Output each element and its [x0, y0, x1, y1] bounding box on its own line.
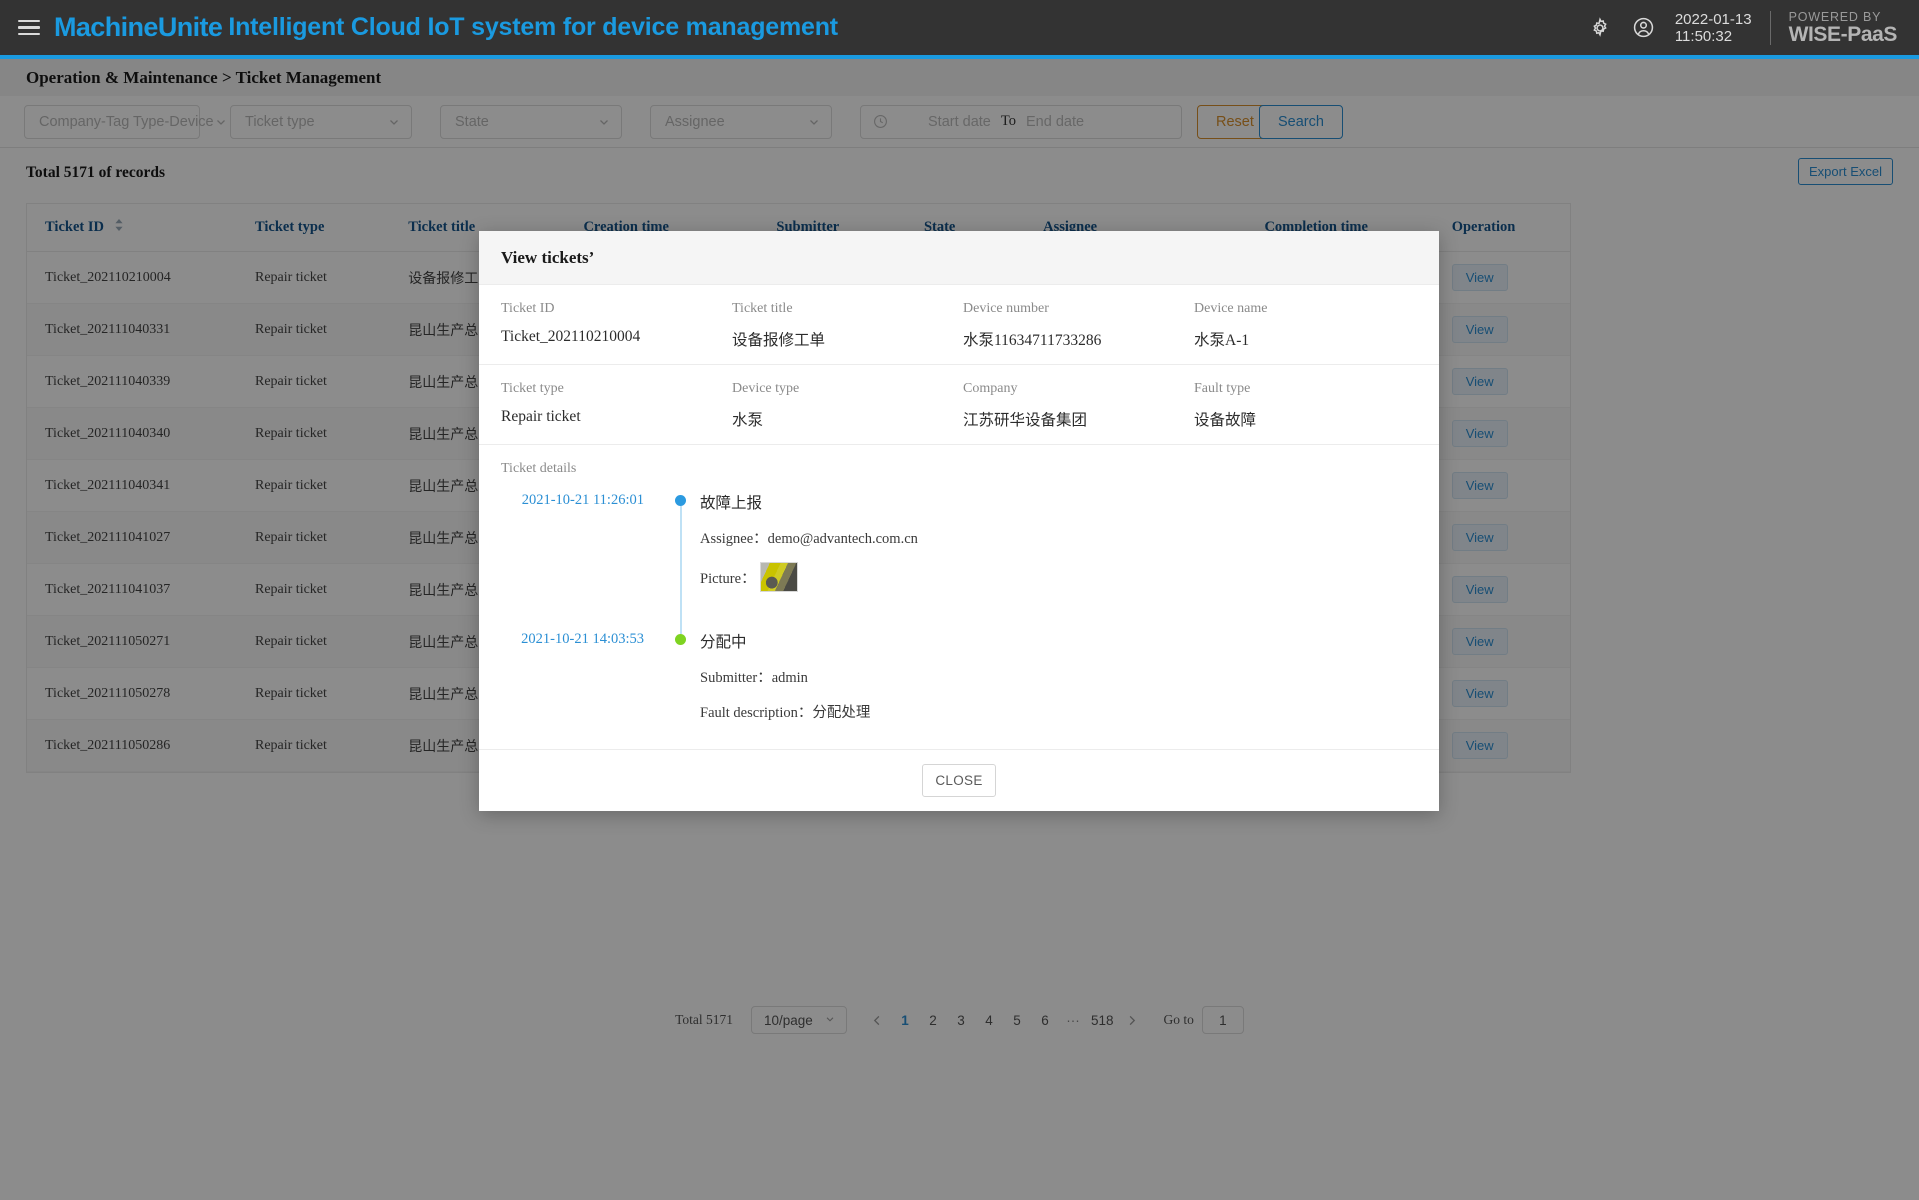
info-value: 江苏研华设备集团 [963, 408, 1186, 430]
info-label: Device name [1194, 301, 1417, 317]
brand-name: MachineUnite [54, 12, 222, 43]
info-label: Device type [732, 381, 955, 397]
timeline-timestamp: 2021-10-21 14:03:53 [501, 630, 666, 749]
powered-by-brand: WISE-PaaS [1789, 24, 1897, 46]
timeline-content: 分配中 Submitter：admin Fault description：分配… [700, 630, 1417, 749]
info-field-device-type: Device type 水泵 [732, 381, 955, 430]
attachment-thumbnail-icon[interactable] [760, 562, 798, 592]
info-field-device-name: Device name 水泵A-1 [1194, 301, 1417, 350]
timeline-entry: 2021-10-21 11:26:01 故障上报 Assignee：demo@a… [501, 491, 1417, 630]
info-value: 水泵 [732, 408, 955, 430]
timeline-dot-icon [675, 634, 686, 645]
timeline-picture-field: Picture： [700, 562, 1417, 592]
timeline-timestamp: 2021-10-21 11:26:01 [501, 491, 666, 630]
info-label: Company [963, 381, 1186, 397]
info-label: Device number [963, 301, 1186, 317]
modal-body: Ticket ID Ticket_202110210004 Ticket tit… [479, 285, 1439, 749]
ticket-details-label: Ticket details [501, 461, 1417, 477]
timeline-entry: 2021-10-21 14:03:53 分配中 Submitter：admin … [501, 630, 1417, 749]
info-field-device-number: Device number 水泵11634711733286 [963, 301, 1186, 350]
app-root: MachineUnite Intelligent Cloud IoT syste… [0, 0, 1919, 1200]
timeline-submitter: Submitter：admin [700, 666, 1417, 687]
header-datetime: 2022-01-13 11:50:32 [1675, 11, 1752, 45]
timeline-status: 故障上报 [700, 491, 1417, 513]
powered-by-block: POWERED BY WISE-PaaS [1789, 10, 1897, 46]
info-value: 水泵11634711733286 [963, 328, 1186, 350]
header-date: 2022-01-13 [1675, 11, 1752, 28]
timeline-dot-icon [675, 495, 686, 506]
modal-title: View tickets’ [501, 248, 594, 268]
timeline-picture-label: Picture： [700, 567, 756, 588]
info-field-ticket-title: Ticket title 设备报修工单 [732, 301, 955, 350]
info-label: Ticket title [732, 301, 955, 317]
powered-by-label: POWERED BY [1789, 10, 1897, 24]
timeline-content: 故障上报 Assignee：demo@advantech.com.cn Pict… [700, 491, 1417, 630]
gear-icon[interactable] [1583, 11, 1617, 45]
ticket-info-row-2: Ticket type Repair ticket Device type 水泵… [479, 365, 1439, 445]
user-account-icon[interactable] [1627, 11, 1661, 45]
modal-footer: CLOSE [479, 749, 1439, 811]
ticket-info-row-1: Ticket ID Ticket_202110210004 Ticket tit… [479, 285, 1439, 365]
timeline-axis [666, 630, 700, 749]
timeline-fault-description: Fault description：分配处理 [700, 701, 1417, 722]
info-field-ticket-id: Ticket ID Ticket_202110210004 [501, 301, 724, 350]
info-value: 设备故障 [1194, 408, 1417, 430]
ticket-timeline: 2021-10-21 11:26:01 故障上报 Assignee：demo@a… [501, 491, 1417, 749]
info-label: Ticket type [501, 381, 724, 397]
info-field-ticket-type: Ticket type Repair ticket [501, 381, 724, 430]
timeline-connector [680, 506, 682, 634]
view-ticket-modal: View tickets’ Ticket ID Ticket_202110210… [479, 231, 1439, 811]
info-value: Repair ticket [501, 408, 724, 426]
info-value: Ticket_202110210004 [501, 328, 724, 346]
info-value: 设备报修工单 [732, 328, 955, 350]
timeline-axis [666, 491, 700, 630]
header-right-cluster: 2022-01-13 11:50:32 POWERED BY WISE-PaaS [1583, 0, 1919, 55]
info-field-company: Company 江苏研华设备集团 [963, 381, 1186, 430]
header-divider [1770, 11, 1771, 45]
ticket-details-section: Ticket details 2021-10-21 11:26:01 故障上报 … [479, 445, 1439, 749]
timeline-status: 分配中 [700, 630, 1417, 652]
brand-tagline: Intelligent Cloud IoT system for device … [228, 13, 838, 42]
top-header-bar: MachineUnite Intelligent Cloud IoT syste… [0, 0, 1919, 55]
modal-header: View tickets’ [479, 231, 1439, 285]
close-button[interactable]: CLOSE [922, 764, 996, 797]
info-label: Fault type [1194, 381, 1417, 397]
header-time: 11:50:32 [1675, 28, 1752, 45]
hamburger-menu-icon[interactable] [18, 20, 40, 36]
info-label: Ticket ID [501, 301, 724, 317]
info-field-fault-type: Fault type 设备故障 [1194, 381, 1417, 430]
timeline-assignee: Assignee：demo@advantech.com.cn [700, 527, 1417, 548]
info-value: 水泵A-1 [1194, 328, 1417, 350]
